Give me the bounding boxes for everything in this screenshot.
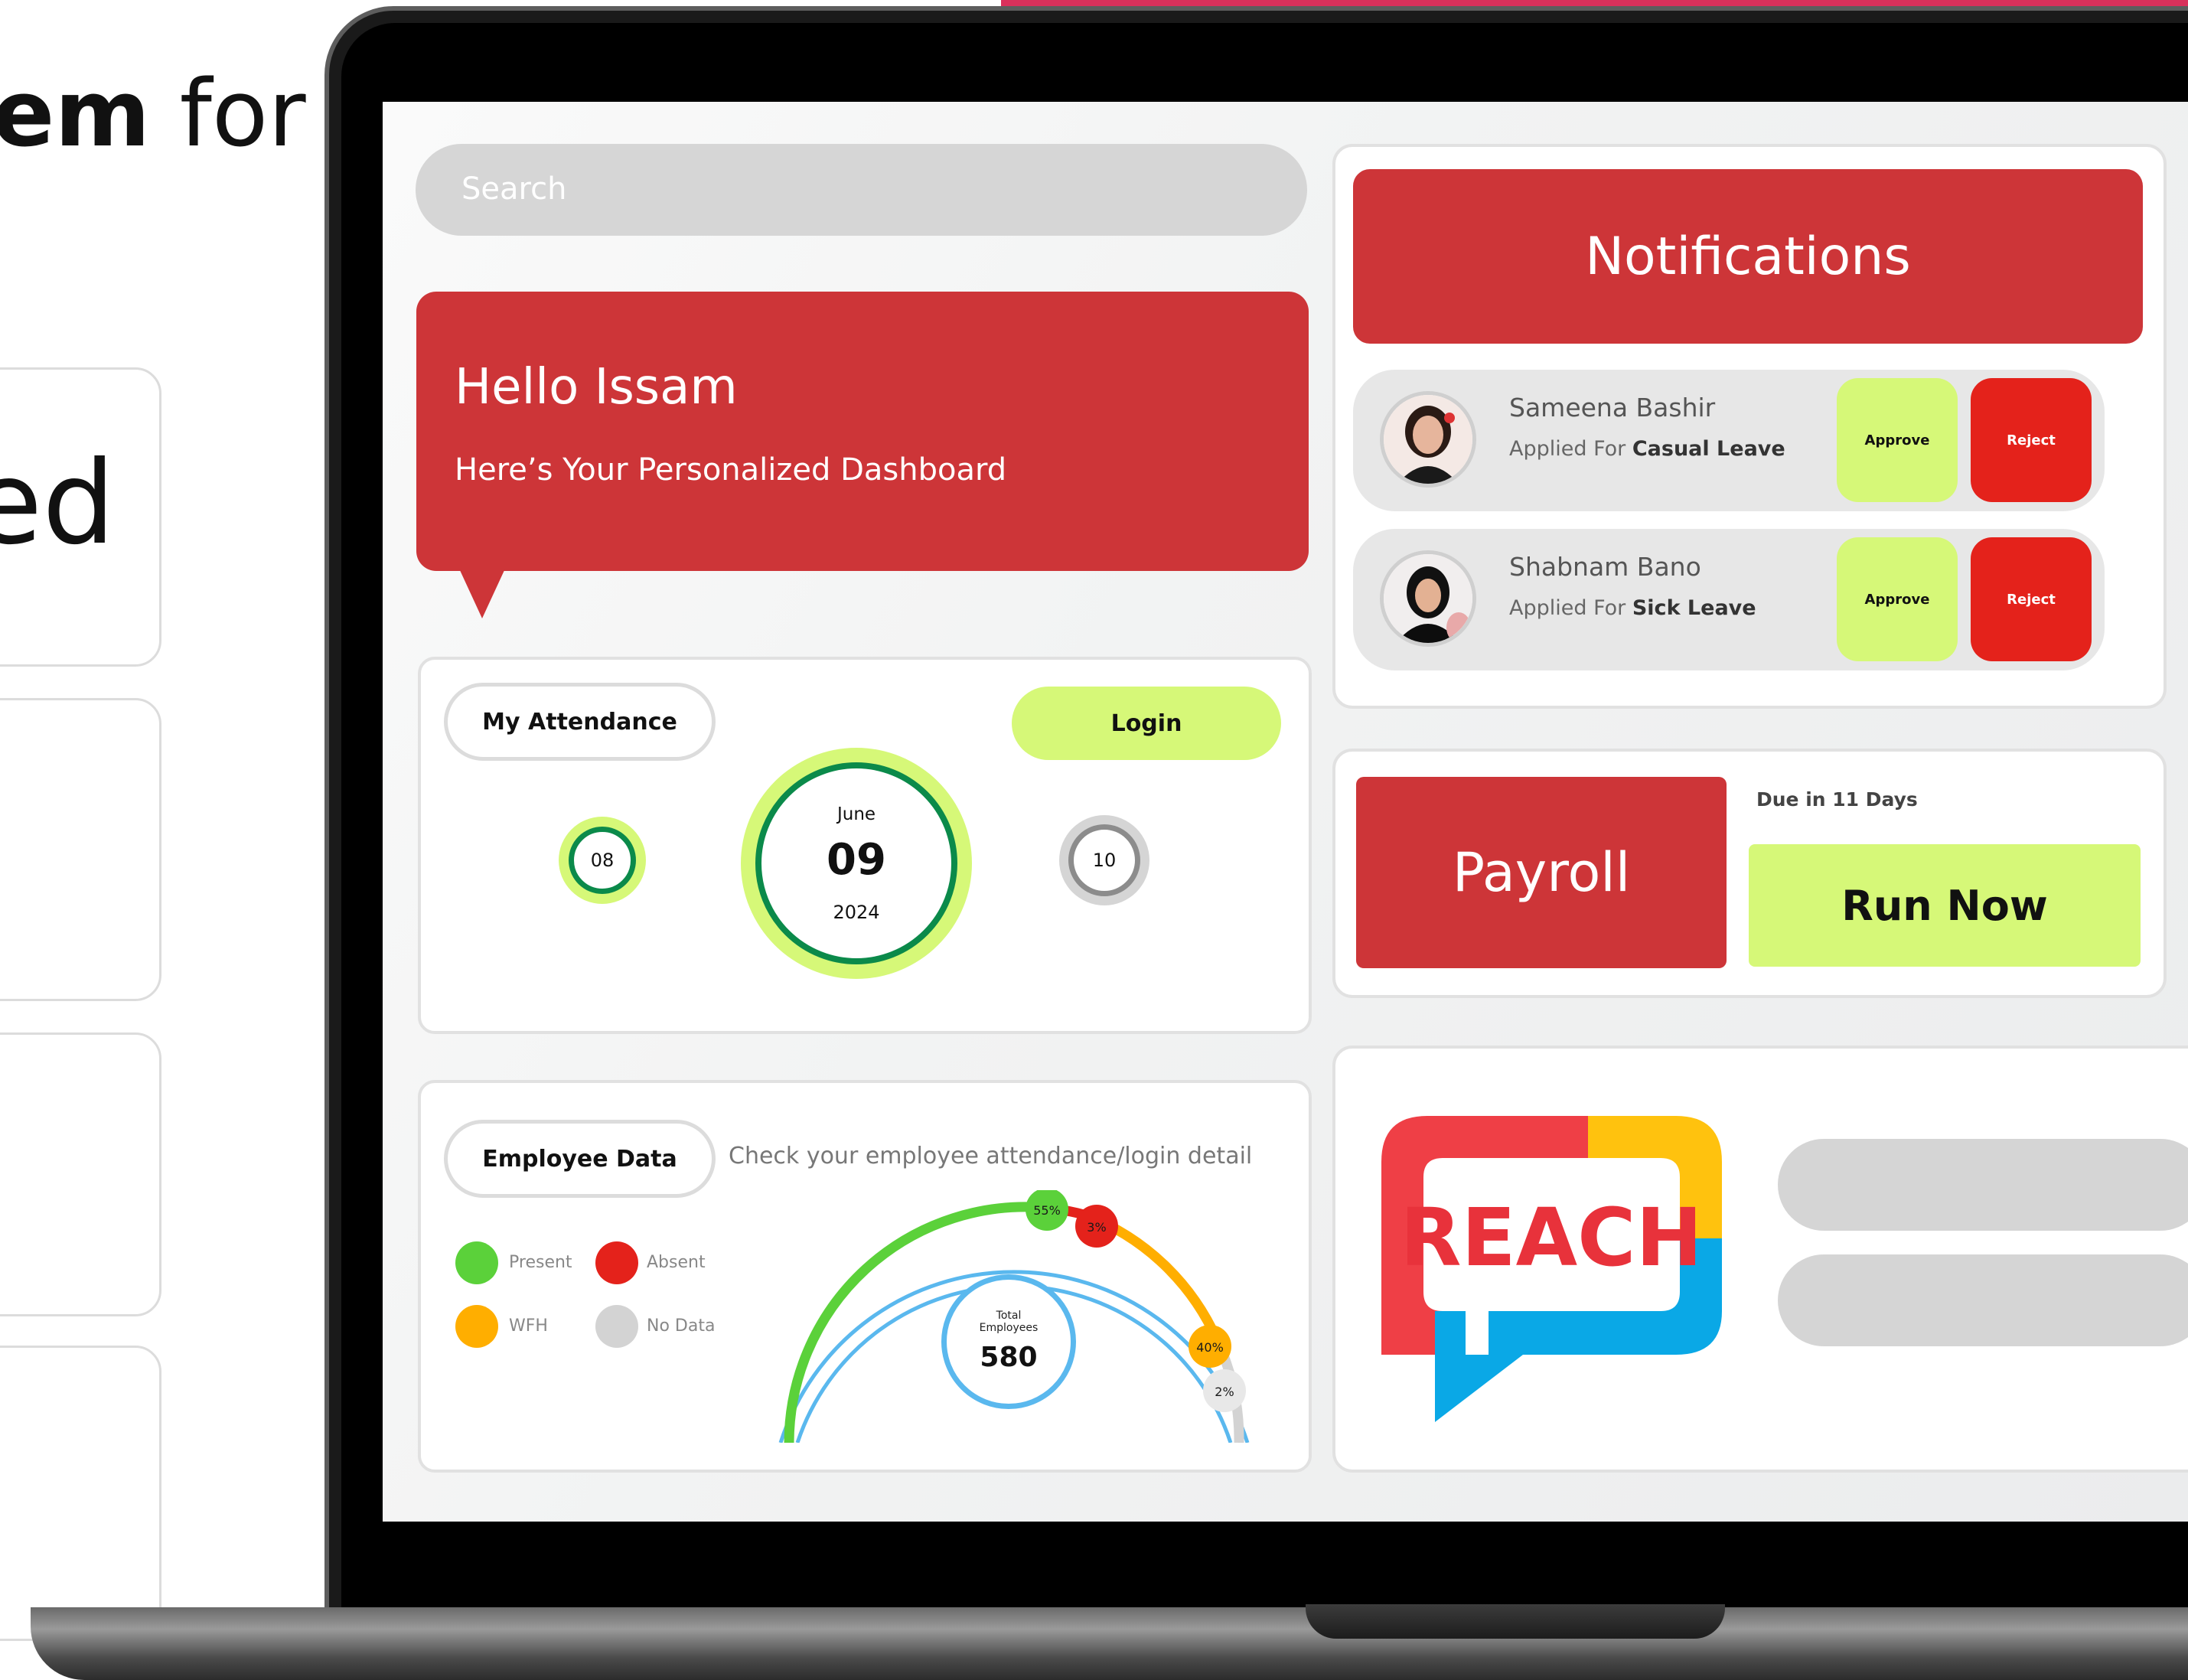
current-date-inner: June 09 2024 <box>755 762 957 964</box>
my-attendance-tab[interactable]: My Attendance <box>444 683 716 761</box>
total-employees-label-1: Total <box>996 1310 1022 1323</box>
reject-button[interactable]: Reject <box>1971 378 2092 502</box>
prev-day-circle[interactable]: 08 <box>559 817 646 904</box>
placeholder-bar <box>1778 1139 2188 1231</box>
approve-button[interactable]: Approve <box>1837 378 1958 502</box>
gauge-wfh-percent: 40% <box>1196 1340 1224 1355</box>
laptop-base <box>31 1607 2188 1680</box>
background-card: ed <box>0 367 161 667</box>
employee-data-description: Check your employee attendance/login det… <box>729 1143 1253 1169</box>
prev-day-label: 08 <box>569 827 636 894</box>
laptop-notch <box>1306 1604 1725 1639</box>
notification-name: Shabnam Bano <box>1509 552 1701 582</box>
payroll-title: Payroll <box>1356 777 1727 968</box>
greeting-subtitle: Here’s Your Personalized Dashboard <box>455 452 1007 488</box>
search-placeholder: Search <box>461 171 567 207</box>
person-avatar-icon <box>1384 395 1472 484</box>
legend-wfh-dot <box>455 1305 498 1348</box>
reach-logo: REACH <box>1381 1116 1722 1422</box>
attendance-card: My Attendance Login 08 June 09 2024 10 <box>418 657 1312 1034</box>
notification-detail: Applied For Sick Leave <box>1509 596 1756 620</box>
notification-detail: Applied For Casual Leave <box>1509 437 1785 461</box>
approve-button[interactable]: Approve <box>1837 537 1958 661</box>
notifications-title: Notifications <box>1353 169 2143 344</box>
legend-absent-label: Absent <box>647 1253 706 1272</box>
total-employees-circle: Total Employees 580 <box>941 1274 1076 1409</box>
person-avatar-icon <box>1384 554 1472 643</box>
dashboard-screen: Search Hello Issam Here’s Your Personali… <box>383 102 2188 1522</box>
current-date-circle: June 09 2024 <box>741 748 972 979</box>
next-day-label: 10 <box>1068 824 1140 896</box>
notification-item: Shabnam Bano Applied For Sick Leave Appr… <box>1353 529 2105 670</box>
avatar <box>1380 550 1476 647</box>
legend-wfh-label: WFH <box>509 1316 548 1336</box>
notification-prefix: Applied For <box>1509 437 1632 461</box>
gauge-absent-percent: 3% <box>1087 1220 1106 1235</box>
background-card <box>0 1032 161 1316</box>
total-employees-value: 580 <box>980 1341 1038 1373</box>
legend-nodata-label: No Data <box>647 1316 716 1336</box>
reject-button[interactable]: Reject <box>1971 537 2092 661</box>
gauge-present-percent: 55% <box>1033 1203 1061 1218</box>
greeting-card: Hello Issam Here’s Your Personalized Das… <box>416 292 1309 571</box>
background-card <box>0 1346 161 1641</box>
background-heading: em for <box>0 61 306 168</box>
greeting-title: Hello Issam <box>455 359 738 416</box>
legend-nodata-dot <box>595 1305 638 1348</box>
login-button[interactable]: Login <box>1012 687 1281 760</box>
payroll-due-text: Due in 11 Days <box>1756 788 1918 811</box>
notification-name: Sameena Bashir <box>1509 393 1716 422</box>
notification-item: Sameena Bashir Applied For Casual Leave … <box>1353 370 2105 511</box>
placeholder-bar <box>1778 1254 2188 1346</box>
legend-absent-dot <box>595 1241 638 1284</box>
notification-leave-type: Sick Leave <box>1632 596 1756 620</box>
current-day: 09 <box>827 834 886 885</box>
background-card <box>0 698 161 1001</box>
next-day-circle[interactable]: 10 <box>1059 815 1149 905</box>
background-card-text: ed <box>0 437 116 570</box>
greeting-bubble-tail <box>459 569 505 618</box>
logo-text: REACH <box>1401 1191 1703 1284</box>
employee-data-card: Employee Data Check your employee attend… <box>418 1080 1312 1473</box>
avatar <box>1380 391 1476 488</box>
legend-present-dot <box>455 1241 498 1284</box>
notification-prefix: Applied For <box>1509 596 1632 620</box>
current-month: June <box>836 804 876 824</box>
gauge-nodata-percent: 2% <box>1215 1385 1234 1399</box>
run-now-button[interactable]: Run Now <box>1749 844 2141 967</box>
search-input[interactable]: Search <box>416 144 1307 236</box>
employee-data-tab[interactable]: Employee Data <box>444 1120 716 1198</box>
legend-present-label: Present <box>509 1253 572 1272</box>
current-year: 2024 <box>833 901 880 923</box>
notification-leave-type: Casual Leave <box>1632 437 1785 461</box>
total-employees-label-2: Employees <box>979 1321 1039 1334</box>
